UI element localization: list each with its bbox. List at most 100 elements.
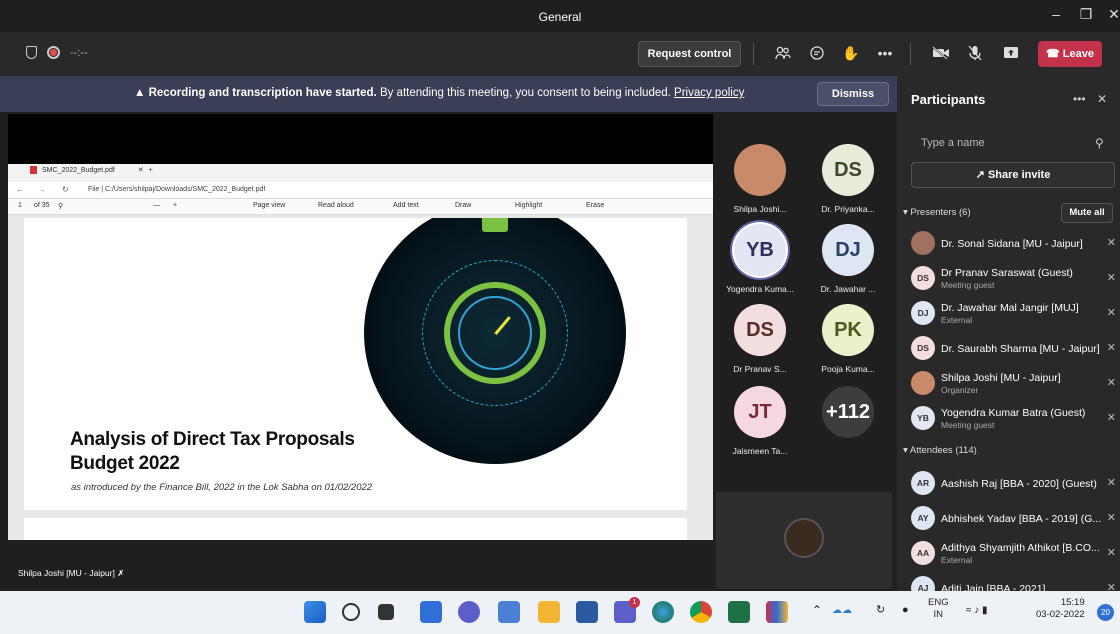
avatar: AA — [911, 541, 935, 565]
gallery-tile[interactable]: YB Yogendra Kuma... — [716, 224, 804, 294]
mic-off-icon[interactable]: ✕ — [1107, 236, 1116, 249]
browser-tab-strip: SMC_2022_Budget.pdf ✕ + — [8, 164, 713, 182]
leave-button[interactable]: ☎ Leave — [1038, 41, 1102, 67]
close-icon[interactable]: ✕ — [1104, 6, 1120, 23]
excel-icon[interactable] — [728, 601, 750, 623]
search-icon[interactable]: ⚲ — [58, 202, 63, 210]
tool-erase[interactable]: Erase — [586, 202, 604, 209]
mic-off-icon[interactable]: ✕ — [1107, 411, 1116, 424]
privacy-policy-link[interactable]: Privacy policy — [674, 87, 744, 99]
tool-draw[interactable]: Draw — [455, 202, 471, 209]
share-invite-button[interactable]: ↗ Share invite — [911, 162, 1115, 188]
attendees-section-header[interactable]: ▾ Attendees (114) — [903, 445, 977, 456]
back-icon[interactable]: ← — [16, 185, 24, 194]
participant-row[interactable]: Shilpa Joshi [MU - Jaipur] Organizer ✕ — [911, 368, 1116, 398]
browser-tab[interactable]: SMC_2022_Budget.pdf ✕ + — [30, 166, 153, 174]
start-icon[interactable] — [304, 601, 326, 623]
participant-row[interactable]: AY Abhishek Yadav [BBA - 2019] (G... ✕ — [911, 503, 1116, 533]
refresh-icon[interactable]: ↻ — [876, 604, 885, 616]
gallery-tile[interactable]: DJ Dr. Jawahar ... — [804, 224, 892, 294]
mic-off-icon[interactable]: ✕ — [1107, 376, 1116, 389]
avatar — [911, 371, 935, 395]
gallery-tile[interactable]: Shilpa Joshi... — [716, 144, 804, 214]
notification-badge[interactable]: 20 — [1097, 604, 1114, 621]
participant-name: Aashish Raj [BBA - 2020] (Guest) — [941, 478, 1097, 490]
widgets-icon[interactable] — [420, 601, 442, 623]
participant-role: External — [941, 555, 973, 565]
participant-role: Organizer — [941, 385, 979, 395]
participant-row[interactable]: DS Dr. Saurabh Sharma [MU - Jaipur] ✕ — [911, 333, 1116, 363]
tool-add-text[interactable]: Add text — [393, 202, 419, 209]
file-explorer-icon[interactable] — [538, 601, 560, 623]
mic-off-icon[interactable]: ✕ — [1107, 271, 1116, 284]
mic-off-icon[interactable]: ✕ — [1107, 546, 1116, 559]
search-icon[interactable] — [342, 603, 360, 621]
participant-row[interactable]: AR Aashish Raj [BBA - 2020] (Guest) ✕ — [911, 468, 1116, 498]
tool-page-view[interactable]: Page view — [253, 202, 285, 209]
share-screen-icon[interactable] — [1000, 42, 1022, 64]
raise-hand-icon[interactable]: ✋ — [840, 42, 862, 64]
forward-icon[interactable]: → — [38, 185, 46, 194]
task-view-icon[interactable] — [378, 604, 394, 620]
page-number-input[interactable]: 1 — [18, 202, 22, 209]
participant-row[interactable]: DS Dr Pranav Saraswat (Guest) Meeting gues… — [911, 263, 1116, 293]
mic-off-icon[interactable] — [964, 42, 986, 64]
participant-name: Dr Pranav S... — [733, 364, 787, 374]
participant-search-input[interactable]: Type a name — [911, 131, 1106, 155]
tool-read-aloud[interactable]: Read aloud — [318, 202, 354, 209]
address-bar[interactable]: ← → ↻ File | C:/Users/shilpaj/Downloads/… — [8, 182, 713, 199]
teams-icon[interactable]: 1 — [614, 597, 640, 623]
zoom-out-icon[interactable]: — — [153, 202, 160, 209]
tray-overflow-icon[interactable]: ⌃ — [812, 604, 822, 616]
close-tab-icon[interactable]: ✕ — [138, 166, 144, 174]
mic-off-icon[interactable]: ✕ — [1107, 341, 1116, 354]
camera-off-icon[interactable] — [930, 42, 952, 64]
mute-all-button[interactable]: Mute all — [1061, 203, 1113, 223]
presenters-section-header[interactable]: ▾ Presenters (6) — [903, 207, 971, 218]
gallery-tile[interactable]: DS Dr. Priyanka... — [804, 144, 892, 214]
edge-icon[interactable] — [652, 601, 674, 623]
store-icon[interactable] — [576, 601, 598, 623]
mail-icon[interactable] — [498, 601, 520, 623]
gallery-tile[interactable]: +112 — [804, 386, 892, 446]
close-icon[interactable]: ✕ — [1097, 92, 1107, 106]
minimize-icon[interactable]: – — [1046, 6, 1066, 22]
people-icon[interactable] — [772, 42, 794, 64]
mic-off-icon[interactable]: ✕ — [1107, 476, 1116, 489]
gallery-tile[interactable]: JT Jaismeen Ta... — [716, 386, 804, 456]
network-sound-battery-icons[interactable]: ≈ ♪ ▮ — [966, 605, 988, 617]
app-icon[interactable] — [766, 601, 788, 623]
chrome-icon[interactable] — [690, 601, 712, 623]
graphic-crown — [482, 218, 508, 232]
gallery-tile[interactable]: PK Pooja Kuma... — [804, 304, 892, 374]
gallery-tile[interactable]: DS Dr Pranav S... — [716, 304, 804, 374]
document-subtitle: as introduced by the Finance Bill, 2022 … — [71, 482, 373, 493]
tool-highlight[interactable]: Highlight — [515, 202, 542, 209]
chat-icon[interactable] — [806, 42, 828, 64]
mic-icon[interactable]: ● — [902, 604, 909, 616]
participant-row[interactable]: YB Yogendra Kumar Batra (Guest) Meeting gu… — [911, 403, 1116, 433]
participant-row[interactable]: AA Adithya Shyamjith Athikot [B.CO... Exte… — [911, 538, 1116, 568]
more-options-icon[interactable]: ••• — [1073, 92, 1086, 106]
divider — [753, 43, 754, 65]
more-options-icon[interactable]: ••• — [874, 42, 896, 64]
new-tab-icon[interactable]: + — [149, 167, 153, 174]
panel-title: Participants — [911, 92, 986, 107]
language-indicator[interactable]: ENG IN — [928, 597, 949, 621]
participant-row[interactable]: Dr. Sonal Sidana [MU - Jaipur] ✕ — [911, 228, 1116, 258]
search-icon[interactable]: ⚲ — [1095, 136, 1104, 150]
refresh-icon[interactable]: ↻ — [62, 185, 69, 194]
participant-row[interactable]: DJ Dr. Jawahar Mal Jangir [MUJ] External ✕ — [911, 298, 1116, 328]
participant-role: Meeting guest — [941, 280, 995, 290]
onedrive-icon[interactable]: ☁☁ — [832, 605, 852, 617]
clock[interactable]: 15:19 03-02-2022 — [1036, 597, 1085, 621]
request-control-button[interactable]: Request control — [638, 41, 741, 67]
mic-off-icon: ✗ — [117, 568, 125, 578]
participant-name: Shilpa Joshi [MU - Jaipur] — [941, 372, 1061, 384]
mic-off-icon[interactable]: ✕ — [1107, 306, 1116, 319]
chat-icon[interactable] — [458, 601, 480, 623]
mic-off-icon[interactable]: ✕ — [1107, 511, 1116, 524]
zoom-in-icon[interactable]: + — [173, 202, 177, 209]
dismiss-button[interactable]: Dismiss — [817, 82, 889, 106]
restore-icon[interactable]: ❐ — [1076, 6, 1096, 23]
